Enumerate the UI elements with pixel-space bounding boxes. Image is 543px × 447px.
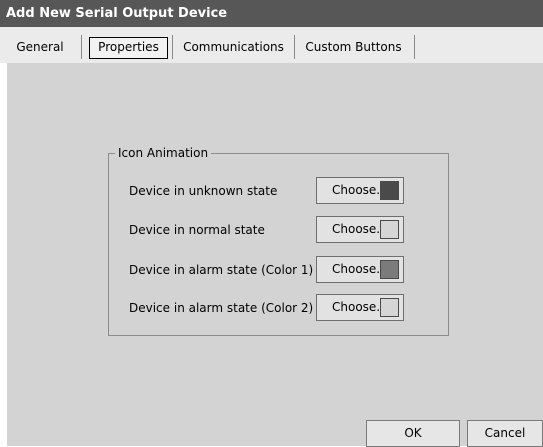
alarm-state-color2-swatch xyxy=(380,298,399,317)
unknown-state-label: Device in unknown state xyxy=(129,184,278,198)
properties-panel: Icon Animation Device in unknown state C… xyxy=(7,63,543,447)
tab-general[interactable]: General xyxy=(9,37,71,57)
ok-button[interactable]: OK xyxy=(366,420,460,447)
unknown-state-color-swatch xyxy=(380,181,399,200)
tab-separator xyxy=(294,35,295,59)
alarm-state-color1-choose-button[interactable]: Choose... xyxy=(316,256,404,283)
cancel-button[interactable]: Cancel xyxy=(467,420,543,447)
icon-animation-label: Icon Animation xyxy=(115,145,212,161)
tab-properties[interactable]: Properties xyxy=(89,37,168,59)
alarm-state-color2-choose-button[interactable]: Choose... xyxy=(316,294,404,321)
normal-state-color-swatch xyxy=(380,220,399,239)
tab-separator xyxy=(172,35,173,59)
tab-custom-buttons[interactable]: Custom Buttons xyxy=(303,37,404,57)
tab-bar: General Properties Communications Custom… xyxy=(0,27,543,63)
tab-separator xyxy=(81,35,82,59)
window-title: Add New Serial Output Device xyxy=(0,0,543,27)
normal-state-choose-button[interactable]: Choose... xyxy=(316,216,404,243)
unknown-state-choose-button[interactable]: Choose... xyxy=(316,177,404,204)
alarm-state-color1-label: Device in alarm state (Color 1) xyxy=(129,263,314,277)
alarm-state-color2-label: Device in alarm state (Color 2) xyxy=(129,301,314,315)
tab-separator xyxy=(414,35,415,59)
normal-state-label: Device in normal state xyxy=(129,223,265,237)
alarm-state-color1-swatch xyxy=(380,260,399,279)
icon-animation-group: Icon Animation Device in unknown state C… xyxy=(108,145,449,336)
tab-communications[interactable]: Communications xyxy=(182,37,285,57)
